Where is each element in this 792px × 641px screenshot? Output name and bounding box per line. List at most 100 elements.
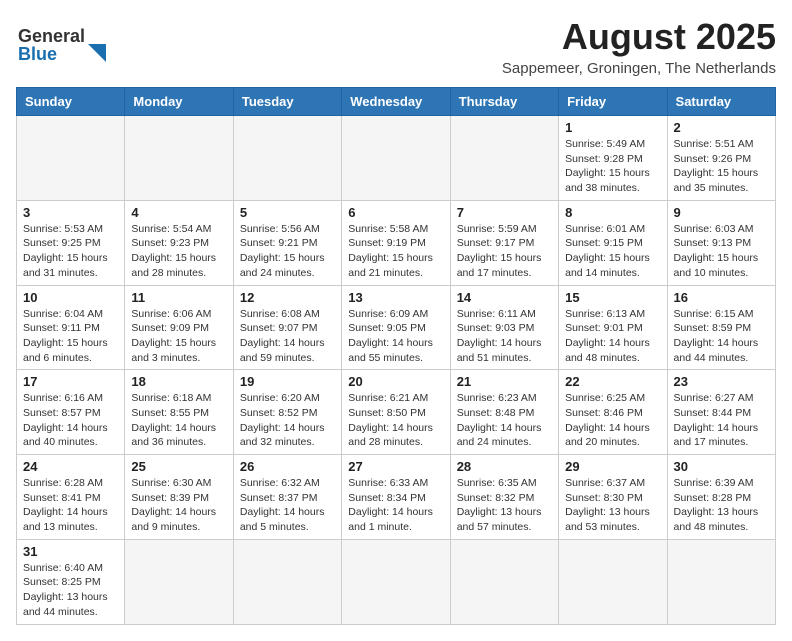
day-number: 28 [457,459,552,474]
week-row-6: 31 Sunrise: 6:40 AMSunset: 8:25 PMDayligh… [17,539,776,624]
calendar-cell: 17Sunrise: 6:16 AMSunset: 8:57 PMDayligh… [17,370,125,455]
day-number: 5 [240,205,335,220]
day-info: Sunrise: 5:53 AMSunset: 9:25 PMDaylight:… [23,222,118,281]
calendar-cell [450,116,558,201]
weekday-header-thursday: Thursday [450,88,558,116]
calendar-cell: 10 Sunrise: 6:04 AMSunset: 9:11 PMDayligh… [17,285,125,370]
day-number: 20 [348,374,443,389]
month-title: August 2025 [502,16,776,58]
calendar-cell [667,539,775,624]
day-number: 12 [240,290,335,305]
week-row-1: 1 Sunrise: 5:49 AMSunset: 9:28 PMDaylight… [17,116,776,201]
calendar-cell: 14Sunrise: 6:11 AMSunset: 9:03 PMDayligh… [450,285,558,370]
calendar-cell: 1 Sunrise: 5:49 AMSunset: 9:28 PMDaylight… [559,116,667,201]
day-info: Sunrise: 6:03 AMSunset: 9:13 PMDaylight:… [674,222,769,281]
day-info: Sunrise: 6:18 AMSunset: 8:55 PMDaylight:… [131,391,226,450]
title-section: August 2025 Sappemeer, Groningen, The Ne… [502,16,776,77]
weekday-header-wednesday: Wednesday [342,88,450,116]
calendar-cell [17,116,125,201]
calendar-cell: 20 Sunrise: 6:21 AMSunset: 8:50 PMDayligh… [342,370,450,455]
logo: General Blue [16,16,126,66]
calendar-cell: 2 Sunrise: 5:51 AMSunset: 9:26 PMDaylight… [667,116,775,201]
calendar-cell: 25Sunrise: 6:30 AMSunset: 8:39 PMDayligh… [125,455,233,540]
calendar-cell: 21Sunrise: 6:23 AMSunset: 8:48 PMDayligh… [450,370,558,455]
day-info: Sunrise: 6:06 AMSunset: 9:09 PMDaylight:… [131,307,226,366]
calendar-cell [342,116,450,201]
calendar-cell [342,539,450,624]
day-info: Sunrise: 6:25 AMSunset: 8:46 PMDaylight:… [565,391,660,450]
day-number: 9 [674,205,769,220]
weekday-header-sunday: Sunday [17,88,125,116]
day-info: Sunrise: 6:08 AMSunset: 9:07 PMDaylight:… [240,307,335,366]
calendar-cell: 6Sunrise: 5:58 AMSunset: 9:19 PMDaylight… [342,200,450,285]
weekday-header-row: SundayMondayTuesdayWednesdayThursdayFrid… [17,88,776,116]
calendar-cell [125,539,233,624]
day-info: Sunrise: 6:32 AMSunset: 8:37 PMDaylight:… [240,476,335,535]
calendar-cell: 28 Sunrise: 6:35 AMSunset: 8:32 PMDayligh… [450,455,558,540]
day-number: 30 [674,459,769,474]
day-number: 13 [348,290,443,305]
day-number: 22 [565,374,660,389]
day-number: 6 [348,205,443,220]
day-number: 2 [674,120,769,135]
calendar-cell: 18 Sunrise: 6:18 AMSunset: 8:55 PMDayligh… [125,370,233,455]
day-info: Sunrise: 6:04 AMSunset: 9:11 PMDaylight:… [23,307,118,366]
subtitle: Sappemeer, Groningen, The Netherlands [502,60,776,77]
day-info: Sunrise: 6:01 AMSunset: 9:15 PMDaylight:… [565,222,660,281]
day-number: 24 [23,459,118,474]
weekday-header-saturday: Saturday [667,88,775,116]
week-row-3: 10 Sunrise: 6:04 AMSunset: 9:11 PMDayligh… [17,285,776,370]
day-number: 31 [23,544,118,559]
calendar-cell: 29 Sunrise: 6:37 AMSunset: 8:30 PMDayligh… [559,455,667,540]
calendar-cell: 19Sunrise: 6:20 AMSunset: 8:52 PMDayligh… [233,370,341,455]
week-row-4: 17Sunrise: 6:16 AMSunset: 8:57 PMDayligh… [17,370,776,455]
logo-svg: General Blue [16,16,126,66]
day-info: Sunrise: 6:37 AMSunset: 8:30 PMDaylight:… [565,476,660,535]
day-number: 11 [131,290,226,305]
day-number: 8 [565,205,660,220]
weekday-header-friday: Friday [559,88,667,116]
day-number: 29 [565,459,660,474]
day-number: 14 [457,290,552,305]
calendar-cell: 8 Sunrise: 6:01 AMSunset: 9:15 PMDaylight… [559,200,667,285]
day-number: 23 [674,374,769,389]
calendar-cell: 9 Sunrise: 6:03 AMSunset: 9:13 PMDaylight… [667,200,775,285]
day-info: Sunrise: 6:16 AMSunset: 8:57 PMDaylight:… [23,391,118,450]
day-number: 25 [131,459,226,474]
calendar-cell: 13 Sunrise: 6:09 AMSunset: 9:05 PMDayligh… [342,285,450,370]
day-number: 18 [131,374,226,389]
calendar-cell: 4Sunrise: 5:54 AMSunset: 9:23 PMDaylight… [125,200,233,285]
day-number: 15 [565,290,660,305]
day-number: 1 [565,120,660,135]
calendar-cell: 30 Sunrise: 6:39 AMSunset: 8:28 PMDayligh… [667,455,775,540]
day-number: 16 [674,290,769,305]
calendar-cell: 31 Sunrise: 6:40 AMSunset: 8:25 PMDayligh… [17,539,125,624]
day-info: Sunrise: 6:40 AMSunset: 8:25 PMDaylight:… [23,561,118,620]
calendar-cell: 7Sunrise: 5:59 AMSunset: 9:17 PMDaylight… [450,200,558,285]
day-number: 19 [240,374,335,389]
day-info: Sunrise: 5:51 AMSunset: 9:26 PMDaylight:… [674,137,769,196]
day-info: Sunrise: 6:27 AMSunset: 8:44 PMDaylight:… [674,391,769,450]
calendar-cell: 3Sunrise: 5:53 AMSunset: 9:25 PMDaylight… [17,200,125,285]
calendar-cell [450,539,558,624]
svg-text:General: General [18,26,85,46]
day-number: 10 [23,290,118,305]
calendar-cell: 27Sunrise: 6:33 AMSunset: 8:34 PMDayligh… [342,455,450,540]
day-info: Sunrise: 5:49 AMSunset: 9:28 PMDaylight:… [565,137,660,196]
day-info: Sunrise: 6:35 AMSunset: 8:32 PMDaylight:… [457,476,552,535]
day-info: Sunrise: 6:09 AMSunset: 9:05 PMDaylight:… [348,307,443,366]
header: General Blue August 2025 Sappemeer, Gron… [16,16,776,77]
week-row-2: 3Sunrise: 5:53 AMSunset: 9:25 PMDaylight… [17,200,776,285]
day-info: Sunrise: 6:23 AMSunset: 8:48 PMDaylight:… [457,391,552,450]
day-info: Sunrise: 6:21 AMSunset: 8:50 PMDaylight:… [348,391,443,450]
calendar-cell: 5Sunrise: 5:56 AMSunset: 9:21 PMDaylight… [233,200,341,285]
calendar-cell: 24Sunrise: 6:28 AMSunset: 8:41 PMDayligh… [17,455,125,540]
calendar-cell: 23 Sunrise: 6:27 AMSunset: 8:44 PMDayligh… [667,370,775,455]
day-number: 4 [131,205,226,220]
day-number: 7 [457,205,552,220]
calendar-cell: 15 Sunrise: 6:13 AMSunset: 9:01 PMDayligh… [559,285,667,370]
day-info: Sunrise: 6:13 AMSunset: 9:01 PMDaylight:… [565,307,660,366]
weekday-header-monday: Monday [125,88,233,116]
day-info: Sunrise: 6:39 AMSunset: 8:28 PMDaylight:… [674,476,769,535]
calendar-cell: 22 Sunrise: 6:25 AMSunset: 8:46 PMDayligh… [559,370,667,455]
